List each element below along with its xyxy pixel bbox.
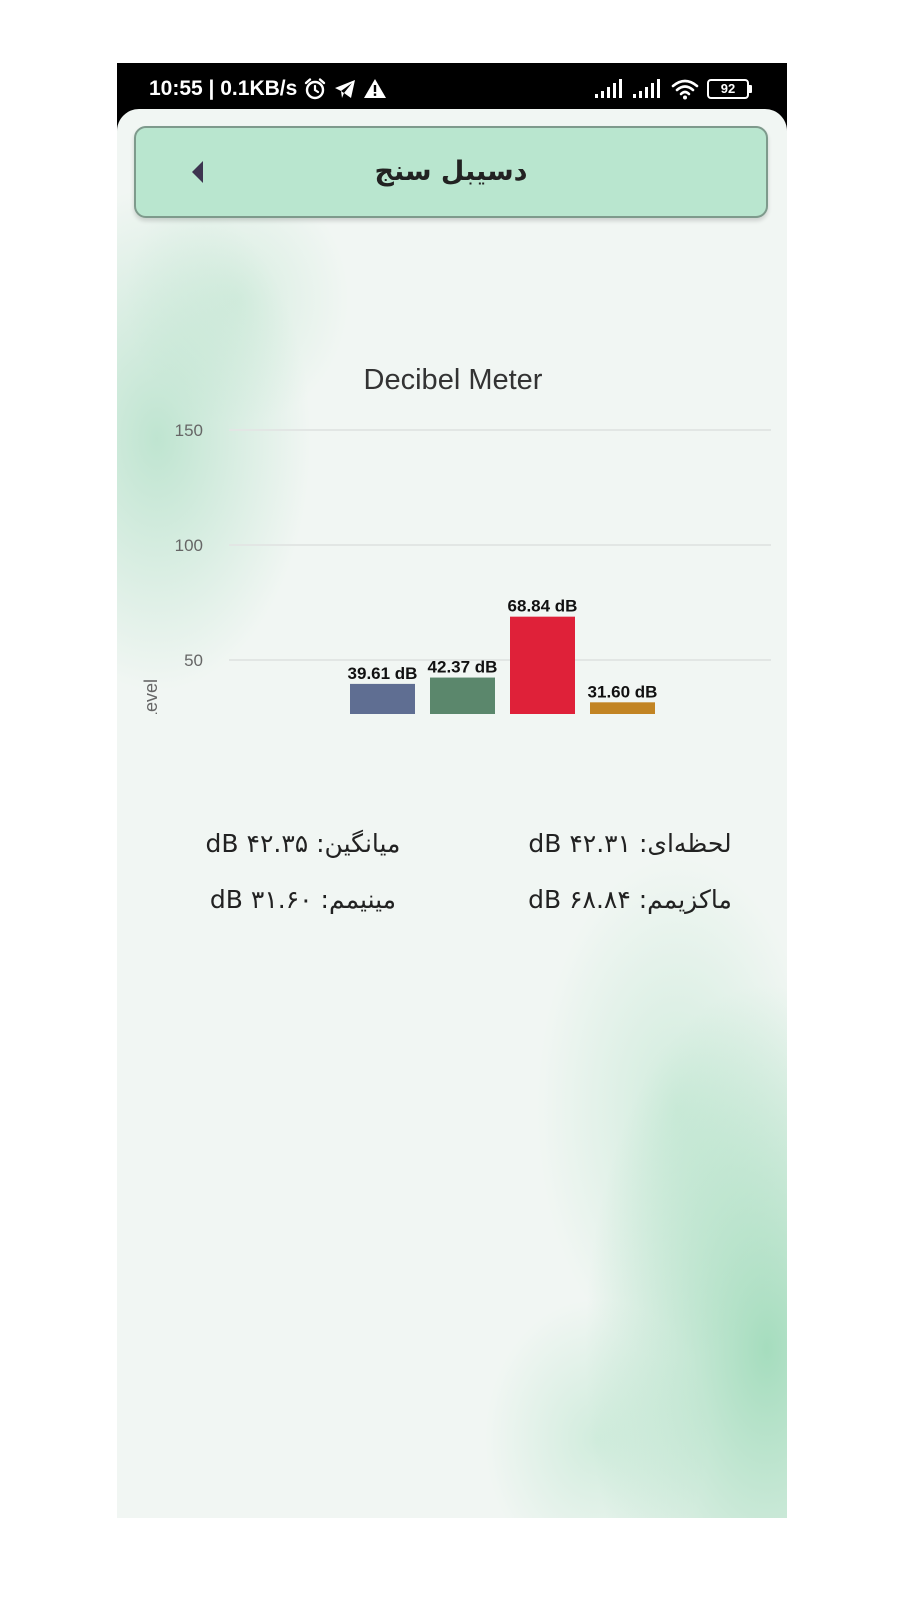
bar-value-label: 31.60 dB <box>588 682 658 701</box>
caret-left-icon <box>192 161 203 183</box>
signal-icon <box>633 79 660 98</box>
app-screen: دسیبل سنج Decibel Meter dB Level 0501001… <box>117 109 787 1518</box>
phone-frame: 10:55 | 0.1KB/s 92 دسیبل سنج Decibel Met… <box>117 63 787 1518</box>
stat-instant: لحظه‌ای: ۴۲.۳۱ dB <box>528 829 732 858</box>
stat-minimum: مینیمم: ۳۱.۶۰ dB <box>209 885 397 914</box>
bar-1 <box>430 677 495 775</box>
bar-value-label: 68.84 dB <box>508 597 578 616</box>
status-time-speed: 10:55 | 0.1KB/s <box>149 77 298 100</box>
status-right: 92 <box>595 77 752 101</box>
decibel-chart: Decibel Meter dB Level 050100150 39.61 d… <box>117 234 787 826</box>
status-left: 10:55 | 0.1KB/s <box>149 77 387 101</box>
telegram-icon <box>335 80 356 98</box>
bars: 39.61 dB 42.37 dB 68.84 dB 31.60 dB <box>348 597 658 775</box>
bar-0 <box>350 683 415 775</box>
grid-lines <box>229 429 771 776</box>
y-tick-label: 150 <box>175 421 203 440</box>
page-title: دسیبل سنج <box>374 156 528 187</box>
signal-icon <box>595 79 622 98</box>
bar-value-label: 39.61 dB <box>348 664 418 683</box>
warning-icon <box>364 79 387 98</box>
alarm-icon <box>305 78 326 100</box>
y-axis-ticks: 050100150 <box>175 421 203 785</box>
bar-2 <box>510 616 575 775</box>
bar-value-label: 42.37 dB <box>428 658 498 677</box>
stat-maximum: ماکزیمم: ۶۸.۸۴ dB <box>528 885 732 914</box>
stats-panel: لحظه‌ای: ۴۲.۳۱ dB میانگین: ۴۲.۳۵ dB ماکز… <box>117 809 787 949</box>
battery-level: 92 <box>720 81 736 96</box>
status-bar: 10:55 | 0.1KB/s 92 <box>117 63 787 113</box>
y-tick-label: 100 <box>175 536 203 555</box>
y-axis-label: dB Level <box>141 679 161 714</box>
wifi-icon <box>671 79 699 100</box>
y-tick-label: 50 <box>184 651 203 670</box>
chart-title: Decibel Meter <box>364 364 543 396</box>
back-button[interactable] <box>180 154 216 190</box>
chart-svg: Decibel Meter dB Level 050100150 39.61 d… <box>141 364 771 826</box>
battery-icon: 92 <box>707 79 752 99</box>
bar-3 <box>590 702 655 775</box>
stat-average: میانگین: ۴۲.۳۵ dB <box>205 829 401 858</box>
app-header: دسیبل سنج <box>134 126 768 218</box>
